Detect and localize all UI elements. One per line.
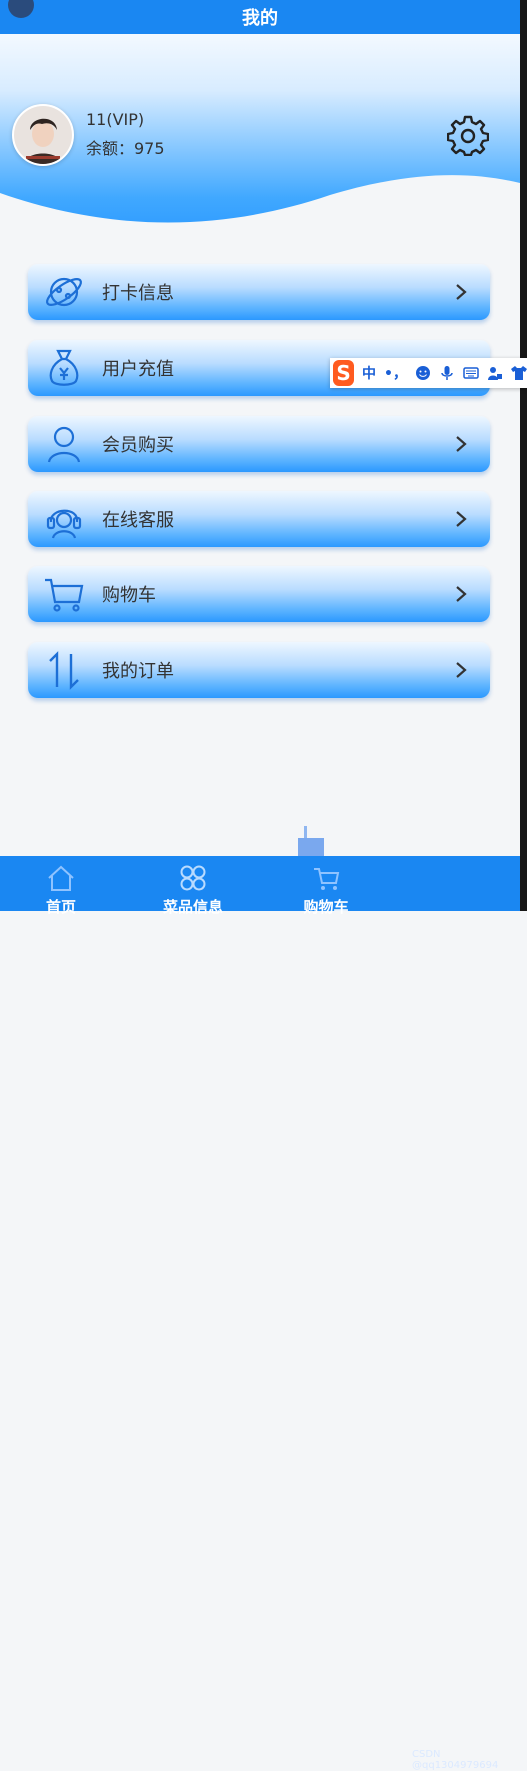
chevron-right-icon [456, 511, 467, 527]
account-icon[interactable] [487, 365, 503, 381]
building-decoration [298, 826, 324, 858]
user-balance: 余额：975 [86, 139, 165, 158]
menu-item-membership[interactable]: 会员购买 [28, 416, 490, 472]
tab-home[interactable]: 首页 [16, 856, 106, 916]
sort-arrows-icon [42, 648, 86, 692]
menu-item-cart[interactable]: 购物车 [28, 566, 490, 622]
back-button[interactable] [8, 0, 34, 18]
menu-label: 在线客服 [102, 510, 174, 531]
sogou-logo-icon[interactable]: S [333, 360, 355, 386]
menu-item-orders[interactable]: 我的订单 [28, 642, 490, 698]
tab-label: 菜品信息 [162, 898, 223, 916]
page-title: 我的 [242, 8, 278, 29]
chevron-right-icon [456, 662, 467, 678]
settings-button[interactable] [446, 114, 490, 157]
menu-label: 会员购买 [102, 435, 174, 456]
menu-label: 打卡信息 [102, 283, 174, 304]
tab-label: 购物车 [303, 898, 349, 916]
user-icon [42, 422, 86, 466]
home-icon [48, 865, 74, 891]
skin-shirt-icon[interactable] [511, 365, 527, 381]
menu-label: 我的订单 [102, 661, 174, 682]
microphone-icon[interactable] [439, 365, 455, 381]
avatar[interactable] [12, 104, 74, 166]
chevron-right-icon [456, 436, 467, 452]
menu-item-checkin[interactable]: 打卡信息 [28, 264, 490, 320]
chevron-right-icon [456, 586, 467, 602]
tab-cart[interactable]: 购物车 [281, 856, 371, 916]
ime-punct-toggle[interactable]: •， [384, 363, 407, 383]
profile-header [0, 34, 520, 234]
user-name: 11(VIP) [86, 110, 145, 129]
ime-toolbar[interactable]: S 中 •， [330, 358, 527, 388]
emoji-icon[interactable] [415, 365, 431, 381]
gear-icon [446, 115, 490, 157]
watermark: CSDN @qq1304979694 [412, 1749, 499, 1771]
avatar-image [14, 106, 72, 164]
window-edge [520, 0, 527, 911]
headset-icon [42, 497, 86, 541]
chevron-right-icon [456, 284, 467, 300]
wave-decoration [0, 175, 520, 234]
tab-dishes[interactable]: 菜品信息 [148, 856, 238, 916]
menu-label: 购物车 [102, 585, 156, 606]
planet-icon [42, 270, 86, 314]
cart-icon [42, 572, 86, 616]
menu-item-customer-service[interactable]: 在线客服 [28, 491, 490, 547]
cart-icon [314, 868, 340, 890]
ime-mode-toggle[interactable]: 中 [362, 363, 376, 383]
tab-label: 首页 [45, 898, 76, 916]
keyboard-icon[interactable] [463, 365, 479, 381]
top-bar: 我的 [0, 0, 520, 34]
bottom-tab-bar: 首页 菜品信息 购物车 CSDN @qq1304979694 [0, 856, 520, 1771]
grid-icon [180, 865, 206, 891]
money-bag-icon [42, 346, 86, 390]
